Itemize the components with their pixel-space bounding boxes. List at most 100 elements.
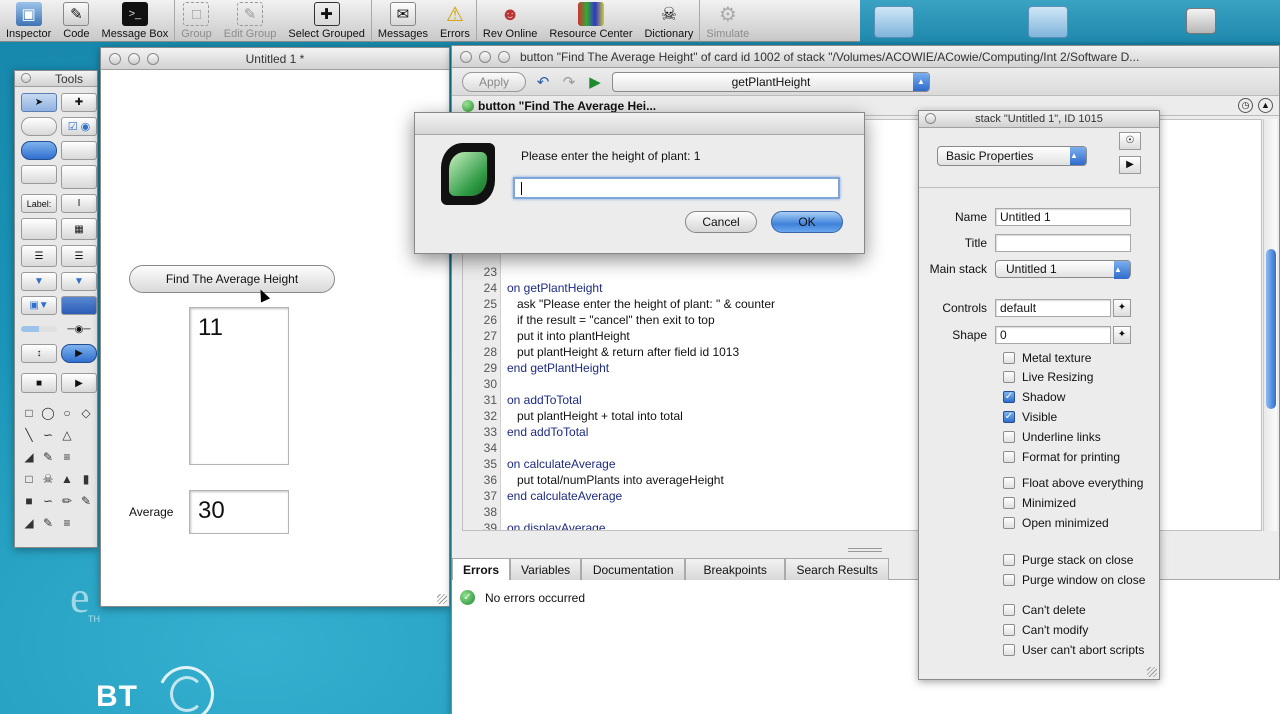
message-box-button[interactable]: >_ Message Box xyxy=(96,0,175,42)
inspector-button[interactable]: ▣ Inspector xyxy=(0,0,57,42)
image-object-tool[interactable]: ■ xyxy=(21,373,57,393)
polygon-tool[interactable]: ◇ xyxy=(78,405,94,421)
pane-splitter[interactable] xyxy=(848,548,882,552)
rectangle-button-tool[interactable] xyxy=(21,165,57,184)
checkbox-radio-tool[interactable]: ☑ ◉ xyxy=(61,117,97,136)
text-field-tool[interactable]: I xyxy=(61,194,97,213)
metal-texture-checkbox[interactable]: Metal texture xyxy=(1003,349,1091,367)
mainstack-select[interactable]: Untitled 1 ▲ xyxy=(995,260,1131,279)
purge-window-checkbox[interactable]: Purge window on close xyxy=(1003,571,1145,589)
purge-stack-checkbox[interactable]: Purge stack on close xyxy=(1003,551,1133,569)
close-icon[interactable] xyxy=(21,73,31,83)
fill-color-icon[interactable]: ◢ xyxy=(21,449,37,465)
folder-icon[interactable] xyxy=(1028,6,1068,38)
undo-icon[interactable]: ↶ xyxy=(534,73,552,91)
minimize-icon[interactable] xyxy=(479,51,491,63)
cancel-button[interactable]: Cancel xyxy=(685,211,757,233)
minimized-checkbox[interactable]: Minimized xyxy=(1003,494,1076,512)
button-tool[interactable] xyxy=(21,117,57,136)
folder-icon[interactable] xyxy=(874,6,914,38)
tab-search-results[interactable]: Search Results xyxy=(785,558,890,580)
curve-tool[interactable]: ∽ xyxy=(40,427,56,443)
dictionary-button[interactable]: ☠ Dictionary xyxy=(638,0,699,42)
image-tool[interactable] xyxy=(61,296,97,315)
controls-field[interactable]: default xyxy=(995,299,1111,317)
checkbox-icon[interactable] xyxy=(1003,371,1015,383)
close-icon[interactable] xyxy=(109,53,121,65)
checkbox-icon[interactable] xyxy=(1003,477,1015,489)
spray-tool[interactable]: ▲ xyxy=(59,471,75,487)
average-field[interactable]: 30 xyxy=(189,490,289,534)
line-width-icon[interactable]: ≡ xyxy=(59,449,75,465)
title-field[interactable] xyxy=(995,234,1131,252)
apply-button[interactable]: Apply xyxy=(462,71,526,92)
eraser-tool[interactable]: ▮ xyxy=(78,471,94,487)
progress-bar-tool[interactable] xyxy=(21,326,57,332)
underline-links-checkbox[interactable]: Underline links xyxy=(1003,428,1101,446)
rev-online-button[interactable]: ☻ Rev Online xyxy=(477,0,543,42)
code-button[interactable]: ✎ Code xyxy=(57,0,95,42)
player-object-tool[interactable]: ▶ xyxy=(61,373,97,393)
stack-window-titlebar[interactable]: Untitled 1 * xyxy=(101,48,449,70)
group-button[interactable]: □ Group xyxy=(175,0,218,42)
live-resizing-checkbox[interactable]: Live Resizing xyxy=(1003,368,1093,386)
checkbox-icon[interactable] xyxy=(1003,431,1015,443)
plant-heights-field[interactable]: 11 xyxy=(189,307,289,465)
scrolling-list-tool[interactable]: ☰ xyxy=(61,245,97,267)
ask-answer-input[interactable] xyxy=(513,177,840,199)
checkbox-icon[interactable] xyxy=(1003,604,1015,616)
open-minimized-checkbox[interactable]: Open minimized xyxy=(1003,514,1109,532)
code-scrollbar[interactable] xyxy=(1263,119,1277,531)
tab-errors[interactable]: Errors xyxy=(452,558,511,580)
circle-tool[interactable]: ○ xyxy=(59,405,75,421)
drive-icon[interactable] xyxy=(1186,8,1216,34)
format-for-printing-checkbox[interactable]: Format for printing xyxy=(1003,448,1120,466)
scrolling-field-tool[interactable] xyxy=(21,218,57,240)
tools-palette-titlebar[interactable]: Tools xyxy=(15,71,97,87)
resize-handle-icon[interactable] xyxy=(437,594,447,604)
handler-select[interactable]: getPlantHeight ▲ xyxy=(612,71,930,92)
paint-rect-tool[interactable]: ■ xyxy=(21,493,37,509)
errors-button[interactable]: ⚠ Errors xyxy=(434,0,476,42)
line-color-icon[interactable]: ✎ xyxy=(40,449,56,465)
ok-button[interactable]: OK xyxy=(771,211,843,233)
checkbox-icon[interactable] xyxy=(1003,554,1015,566)
player-tool[interactable]: ▶ xyxy=(61,344,97,363)
cant-modify-checkbox[interactable]: Can't modify xyxy=(1003,621,1088,639)
name-field[interactable]: Untitled 1 xyxy=(995,208,1131,226)
checkbox-checked-icon[interactable]: ✓ xyxy=(1003,391,1015,403)
label-tool[interactable]: Label: xyxy=(21,194,57,213)
tab-tool[interactable] xyxy=(61,141,97,160)
close-icon[interactable] xyxy=(460,51,472,63)
lock-icon[interactable]: ☉ xyxy=(1119,132,1141,150)
cant-delete-checkbox[interactable]: Can't delete xyxy=(1003,601,1086,619)
pencil-tool[interactable]: ✏ xyxy=(59,493,75,509)
magic-wand-icon[interactable]: ✦ xyxy=(1113,326,1131,344)
checkbox-checked-icon[interactable]: ✓ xyxy=(1003,411,1015,423)
select-grouped-button[interactable]: ✚ Select Grouped xyxy=(282,0,370,42)
chevron-up-icon[interactable]: ▲ xyxy=(1258,98,1273,113)
freehand-tool[interactable]: △ xyxy=(59,427,75,443)
checkbox-icon[interactable] xyxy=(1003,644,1015,656)
checkbox-icon[interactable] xyxy=(1003,352,1015,364)
tab-documentation[interactable]: Documentation xyxy=(581,558,686,580)
visible-checkbox[interactable]: ✓ Visible xyxy=(1003,408,1057,426)
script-editor-titlebar[interactable]: button "Find The Average Height" of card… xyxy=(452,46,1279,68)
pointer-tool[interactable]: ✚ xyxy=(61,93,97,112)
resource-center-button[interactable]: Resource Center xyxy=(543,0,638,42)
float-above-checkbox[interactable]: Float above everything xyxy=(1003,474,1143,492)
clock-icon[interactable]: ◷ xyxy=(1238,98,1253,113)
checkbox-icon[interactable] xyxy=(1003,574,1015,586)
zoom-icon[interactable] xyxy=(498,51,510,63)
select-tool[interactable]: □ xyxy=(21,471,37,487)
checkbox-icon[interactable] xyxy=(1003,624,1015,636)
magic-wand-icon[interactable]: ✦ xyxy=(1113,299,1131,317)
scrollbar-tool[interactable]: ↕ xyxy=(21,344,57,363)
property-pane-select[interactable]: Basic Properties ▲ xyxy=(937,146,1087,166)
edit-group-button[interactable]: ✎ Edit Group xyxy=(218,0,283,42)
combo-box-tool[interactable]: ▼ xyxy=(61,272,97,291)
line-width-icon[interactable]: ≡ xyxy=(59,515,75,531)
popup-menu-tool[interactable]: ▼ xyxy=(21,272,57,291)
tab-breakpoints[interactable]: Breakpoints xyxy=(685,558,786,580)
simulate-button[interactable]: ⚙ Simulate xyxy=(700,0,755,42)
